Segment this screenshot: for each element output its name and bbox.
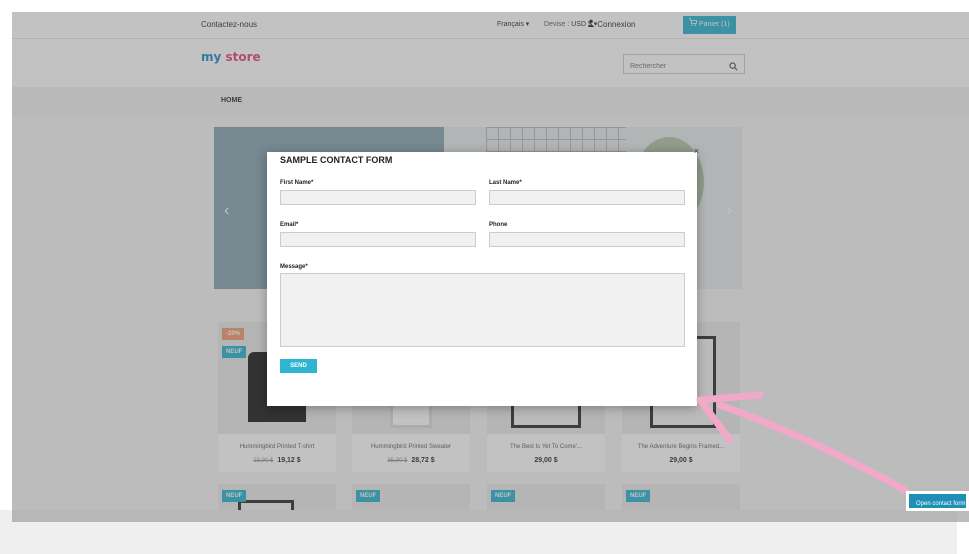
arrow-shaft — [716, 401, 909, 494]
open-contact-form-button[interactable]: Open contact form — [906, 491, 969, 511]
pointer-arrow-annotation — [696, 391, 909, 494]
